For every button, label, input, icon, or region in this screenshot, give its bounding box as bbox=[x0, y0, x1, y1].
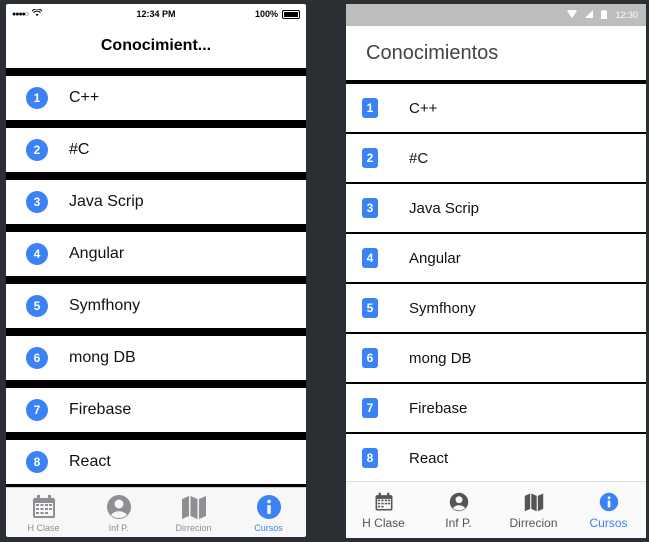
android-phone: 12:30 Conocimientos 1 C++ 2 #C 3 Java Scrip… bbox=[346, 4, 646, 538]
list-item[interactable]: 1 C++ bbox=[346, 84, 646, 132]
list-item-label: C++ bbox=[69, 89, 100, 106]
list-item-label: Firebase bbox=[409, 399, 468, 417]
tab-dirrecion[interactable]: Dirrecion bbox=[496, 482, 571, 538]
battery-icon bbox=[601, 9, 608, 21]
list-item[interactable]: 4 Angular bbox=[346, 234, 646, 282]
tab-label: Dirrecion bbox=[175, 522, 212, 533]
info-icon bbox=[598, 491, 620, 513]
calendar-icon bbox=[30, 493, 58, 521]
android-bottom-nav: H Clase Inf P. Dirrecion Cursos bbox=[346, 481, 646, 538]
list-item-label: Java Scrip bbox=[409, 199, 480, 217]
list-item-label: mong DB bbox=[409, 349, 472, 367]
list-item-label: C++ bbox=[409, 99, 438, 117]
android-status-bar: 12:30 bbox=[346, 4, 646, 26]
page-title: Conocimientos bbox=[366, 41, 499, 64]
list-item-label: #C bbox=[69, 141, 90, 158]
ios-phone: ●●●●○ 12:34 PM 100% Conocimient... 1 C++ … bbox=[6, 4, 306, 537]
user-icon bbox=[448, 491, 470, 513]
android-status-time: 12:30 bbox=[615, 10, 638, 20]
tab-label: Cursos bbox=[254, 522, 283, 533]
signal-strength-icon: ●●●●○ bbox=[12, 10, 29, 18]
list-item[interactable]: 8 React bbox=[6, 440, 306, 484]
ios-nav-header: Conocimient... bbox=[6, 24, 306, 68]
tab-label: Dirrecion bbox=[509, 515, 558, 530]
tab-cursos[interactable]: Cursos bbox=[571, 482, 646, 538]
battery-icon bbox=[282, 9, 300, 19]
number-badge-icon: 5 bbox=[26, 295, 48, 317]
number-badge-icon: 7 bbox=[362, 398, 378, 418]
list-item-label: Symfhony bbox=[69, 297, 141, 314]
list-item[interactable]: 5 Symfhony bbox=[346, 284, 646, 332]
list-item[interactable]: 4 Angular bbox=[6, 232, 306, 276]
list-item[interactable]: 5 Symfhony bbox=[6, 284, 306, 328]
tab-dirrecion[interactable]: Dirrecion bbox=[156, 488, 231, 537]
list-item-label: #C bbox=[409, 149, 429, 167]
number-badge-icon: 2 bbox=[26, 139, 48, 161]
ios-status-bar: ●●●●○ 12:34 PM 100% bbox=[6, 4, 306, 24]
number-badge-icon: 5 bbox=[362, 298, 378, 318]
number-badge-icon: 4 bbox=[362, 248, 378, 268]
ios-battery-group: 100% bbox=[220, 9, 300, 19]
tab-h-clase[interactable]: H Clase bbox=[6, 488, 81, 537]
ios-tab-bar: H Clase Inf P. Dirrecion Cursos bbox=[6, 487, 306, 537]
ios-status-time: 12:34 PM bbox=[136, 9, 176, 19]
map-icon bbox=[180, 493, 208, 521]
number-badge-icon: 1 bbox=[26, 87, 48, 109]
android-app-bar: Conocimientos bbox=[346, 26, 646, 82]
ios-signal-group: ●●●●○ bbox=[12, 8, 92, 19]
number-badge-icon: 7 bbox=[26, 399, 48, 421]
number-badge-icon: 6 bbox=[26, 347, 48, 369]
list-item-label: Symfhony bbox=[409, 299, 476, 317]
tab-inf-p[interactable]: Inf P. bbox=[81, 488, 156, 537]
tab-label: Cursos bbox=[589, 515, 628, 530]
list-item[interactable]: 3 Java Scrip bbox=[6, 180, 306, 224]
number-badge-icon: 1 bbox=[362, 98, 378, 118]
list-item[interactable]: 2 #C bbox=[346, 134, 646, 182]
list-item[interactable]: 7 Firebase bbox=[346, 384, 646, 432]
number-badge-icon: 4 bbox=[26, 243, 48, 265]
list-item-label: Angular bbox=[409, 249, 461, 267]
wifi-icon bbox=[31, 8, 43, 19]
list-item[interactable]: 8 React bbox=[346, 434, 646, 482]
tab-label: H Clase bbox=[27, 522, 60, 533]
wifi-icon bbox=[567, 9, 578, 20]
number-badge-icon: 3 bbox=[362, 198, 378, 218]
battery-percent: 100% bbox=[254, 9, 278, 19]
tab-inf-p[interactable]: Inf P. bbox=[421, 482, 496, 538]
signal-strength-icon bbox=[585, 10, 594, 20]
tab-h-clase[interactable]: H Clase bbox=[346, 482, 421, 538]
page-title: Conocimient... bbox=[100, 37, 212, 54]
list-item[interactable]: 7 Firebase bbox=[6, 388, 306, 432]
number-badge-icon: 3 bbox=[26, 191, 48, 213]
list-item-label: Firebase bbox=[69, 401, 132, 418]
list-item[interactable]: 3 Java Scrip bbox=[346, 184, 646, 232]
user-icon bbox=[105, 493, 133, 521]
number-badge-icon: 2 bbox=[362, 148, 378, 168]
tab-label: Inf P. bbox=[108, 522, 129, 533]
number-badge-icon: 6 bbox=[362, 348, 378, 368]
number-badge-icon: 8 bbox=[362, 448, 378, 468]
info-icon bbox=[255, 493, 283, 521]
ios-knowledge-list[interactable]: 1 C++ 2 #C 3 Java Scrip 4 Angular 5 Symfhony … bbox=[6, 68, 306, 488]
list-item-label: Java Scrip bbox=[69, 193, 144, 210]
list-item-label: mong DB bbox=[69, 349, 136, 366]
tab-cursos[interactable]: Cursos bbox=[231, 488, 306, 537]
tab-label: Inf P. bbox=[445, 515, 472, 530]
list-item-label: Angular bbox=[69, 245, 125, 262]
list-item-label: React bbox=[69, 453, 111, 470]
list-item[interactable]: 1 C++ bbox=[6, 76, 306, 120]
list-item-label: React bbox=[409, 449, 449, 467]
list-item[interactable]: 6 mong DB bbox=[346, 334, 646, 382]
tab-label: H Clase bbox=[362, 515, 405, 530]
calendar-icon bbox=[373, 491, 395, 513]
android-knowledge-list[interactable]: 1 C++ 2 #C 3 Java Scrip 4 Angular 5 Symfhony … bbox=[346, 84, 646, 482]
list-item[interactable]: 6 mong DB bbox=[6, 336, 306, 380]
list-item[interactable]: 2 #C bbox=[6, 128, 306, 172]
map-icon bbox=[523, 491, 545, 513]
number-badge-icon: 8 bbox=[26, 451, 48, 473]
